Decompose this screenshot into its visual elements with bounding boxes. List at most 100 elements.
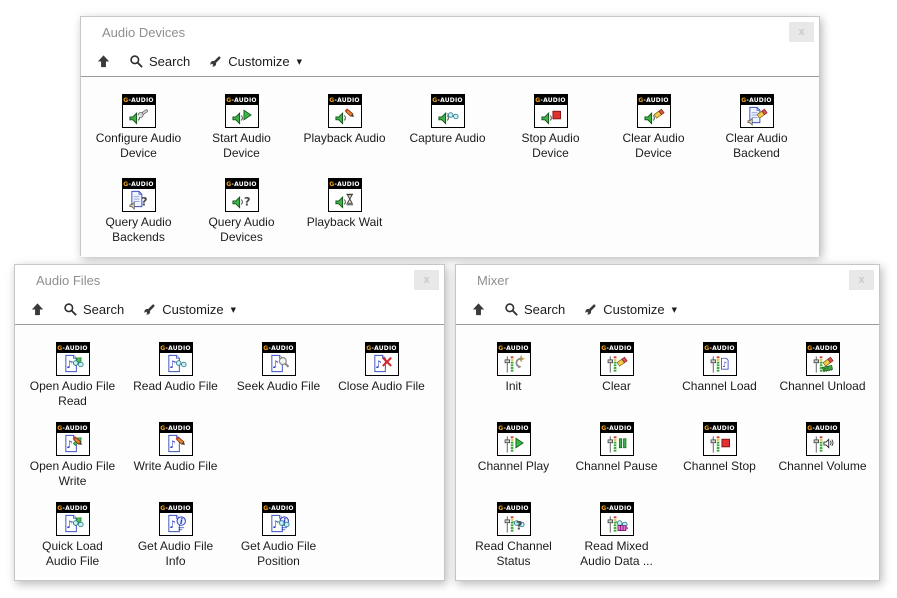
up-level-button[interactable]: [471, 302, 486, 317]
palette-item-read-audio-file[interactable]: G-AUDIO♪Read Audio File: [124, 337, 227, 394]
close-button[interactable]: x: [789, 22, 814, 42]
palette-item-close-audio-file[interactable]: G-AUDIO♪Close Audio File: [330, 337, 433, 394]
palette-item-playback-wait[interactable]: G-AUDIOPlayback Wait: [293, 173, 396, 230]
search-button[interactable]: Search: [129, 54, 190, 69]
search-label: Search: [83, 302, 124, 317]
g-audio-banner: G-AUDIO: [432, 95, 464, 105]
palette-item-configure-audio-device[interactable]: G-AUDIOConfigure Audio Device: [87, 89, 190, 162]
titlebar: Mixer x: [456, 265, 879, 295]
palette-item-capture-audio[interactable]: G-AUDIOCapture Audio: [396, 89, 499, 146]
toolbar: Search Customize ▼: [81, 47, 819, 77]
configure-audio-device-icon: G-AUDIO: [122, 94, 156, 128]
palette-item-label: Quick Load Audio File: [27, 539, 119, 570]
up-level-button[interactable]: [30, 302, 45, 317]
g-audio-banner: G-AUDIO: [741, 95, 773, 105]
palette-item-label: Read Mixed Audio Data ...: [571, 539, 663, 570]
palette-item-get-audio-file-info[interactable]: G-AUDIO♪iGet Audio File Info: [124, 497, 227, 570]
g-audio-banner: G-AUDIO: [601, 423, 633, 433]
svg-text:?: ?: [515, 519, 522, 533]
query-audio-backends-icon: G-AUDIO?: [122, 178, 156, 212]
palette-item-init[interactable]: G-AUDIOInit: [462, 337, 565, 394]
customize-button[interactable]: Customize ▼: [583, 302, 677, 317]
svg-text:♪: ♪: [66, 519, 73, 531]
palette-item-read-channel-status[interactable]: G-AUDIO?Read Channel Status: [462, 497, 565, 570]
open-audio-file-read-glyph: ♪: [57, 353, 89, 374]
open-audio-file-write-glyph: ♪: [57, 433, 89, 454]
palette-item-clear-audio-backend[interactable]: G-AUDIO Clear Audio Backend: [705, 89, 808, 162]
titlebar: Audio Files x: [15, 265, 444, 295]
g-audio-banner: G-AUDIO: [123, 95, 155, 105]
palette-content: G-AUDIOInitG-AUDIOClearG-AUDIO♪Channel L…: [456, 325, 879, 577]
palette-item-channel-volume[interactable]: G-AUDIOChannel Volume: [771, 417, 874, 474]
palette-item-quick-load-audio-file[interactable]: G-AUDIO♪Quick Load Audio File: [21, 497, 124, 570]
write-audio-file-icon: G-AUDIO♪: [159, 422, 193, 456]
clear-audio-device-icon: G-AUDIO: [637, 94, 671, 128]
palette-item-label: Open Audio File Read: [27, 379, 119, 410]
search-icon: [63, 302, 78, 317]
init-glyph: [498, 353, 530, 374]
svg-text:♪: ♪: [66, 359, 73, 371]
palette-item-label: Channel Unload: [779, 379, 865, 394]
customize-button[interactable]: Customize ▼: [208, 54, 302, 69]
palette-item-get-audio-file-position[interactable]: G-AUDIO♪iGet Audio File Position: [227, 497, 330, 570]
get-audio-file-info-glyph: ♪i: [160, 513, 192, 534]
palette-item-clear[interactable]: G-AUDIO Clear: [565, 337, 668, 394]
chevron-down-icon: ▼: [672, 306, 677, 314]
close-button[interactable]: x: [849, 270, 874, 290]
palette-item-read-mixed-audio-data[interactable]: G-AUDIORead Mixed Audio Data ...: [565, 497, 668, 570]
palette-item-clear-audio-device[interactable]: G-AUDIOClear Audio Device: [602, 89, 705, 162]
customize-button[interactable]: Customize ▼: [142, 302, 236, 317]
palette-item-channel-play[interactable]: G-AUDIOChannel Play: [462, 417, 565, 474]
channel-load-glyph: ♪: [704, 353, 736, 374]
g-audio-banner: G-AUDIO: [160, 503, 192, 513]
read-mixed-audio-data-glyph: [601, 513, 633, 534]
palette-item-label: Clear Audio Device: [608, 131, 700, 162]
search-button[interactable]: Search: [504, 302, 565, 317]
palette-item-channel-stop[interactable]: G-AUDIOChannel Stop: [668, 417, 771, 474]
palette-item-write-audio-file[interactable]: G-AUDIO♪Write Audio File: [124, 417, 227, 474]
palette-item-seek-audio-file[interactable]: G-AUDIO♪Seek Audio File: [227, 337, 330, 394]
palette-content: G-AUDIO♪Open Audio File ReadG-AUDIO♪Read…: [15, 325, 444, 577]
palette-item-playback-audio[interactable]: G-AUDIOPlayback Audio: [293, 89, 396, 146]
palette-item-label: Query Audio Devices: [196, 215, 288, 246]
palette-item-query-audio-backends[interactable]: G-AUDIO?Query Audio Backends: [87, 173, 190, 246]
palette-item-label: Clear Audio Backend: [711, 131, 803, 162]
palette-item-channel-unload[interactable]: G-AUDIO Channel Unload: [771, 337, 874, 394]
svg-text:i: i: [179, 516, 182, 526]
channel-load-icon: G-AUDIO♪: [703, 342, 737, 376]
palette-item-channel-load[interactable]: G-AUDIO♪Channel Load: [668, 337, 771, 394]
start-audio-device-glyph: [226, 105, 258, 126]
palette-item-open-audio-file-write[interactable]: G-AUDIO♪Open Audio File Write: [21, 417, 124, 490]
wrench-icon: [208, 54, 223, 69]
palette-item-open-audio-file-read[interactable]: G-AUDIO♪Open Audio File Read: [21, 337, 124, 410]
channel-play-icon: G-AUDIO: [497, 422, 531, 456]
get-audio-file-info-icon: G-AUDIO♪i: [159, 502, 193, 536]
channel-unload-icon: G-AUDIO: [806, 342, 840, 376]
clear-icon: G-AUDIO: [600, 342, 634, 376]
palette-item-label: Init: [505, 379, 521, 394]
search-button[interactable]: Search: [63, 302, 124, 317]
toolbar: Search Customize ▼: [456, 295, 879, 325]
read-audio-file-glyph: ♪: [160, 353, 192, 374]
palette-item-query-audio-devices[interactable]: G-AUDIO?Query Audio Devices: [190, 173, 293, 246]
palette-item-stop-audio-device[interactable]: G-AUDIOStop Audio Device: [499, 89, 602, 162]
quick-load-audio-file-glyph: ♪: [57, 513, 89, 534]
playback-audio-glyph: [329, 105, 361, 126]
channel-pause-glyph: [601, 433, 633, 454]
g-audio-banner: G-AUDIO: [807, 343, 839, 353]
window-title: Audio Devices: [102, 25, 185, 40]
palette-item-start-audio-device[interactable]: G-AUDIOStart Audio Device: [190, 89, 293, 162]
palette-item-channel-pause[interactable]: G-AUDIOChannel Pause: [565, 417, 668, 474]
palette-item-label: Channel Stop: [683, 459, 756, 474]
playback-wait-icon: G-AUDIO: [328, 178, 362, 212]
palette-item-label: Read Audio File: [133, 379, 218, 394]
g-audio-banner: G-AUDIO: [263, 343, 295, 353]
up-level-button[interactable]: [96, 54, 111, 69]
playback-wait-glyph: [329, 189, 361, 210]
palette-item-label: Clear: [602, 379, 631, 394]
wrench-icon: [583, 302, 598, 317]
close-button[interactable]: x: [414, 270, 439, 290]
configure-audio-device-glyph: [123, 105, 155, 126]
svg-text:♪: ♪: [375, 359, 382, 371]
capture-audio-glyph: [432, 105, 464, 126]
